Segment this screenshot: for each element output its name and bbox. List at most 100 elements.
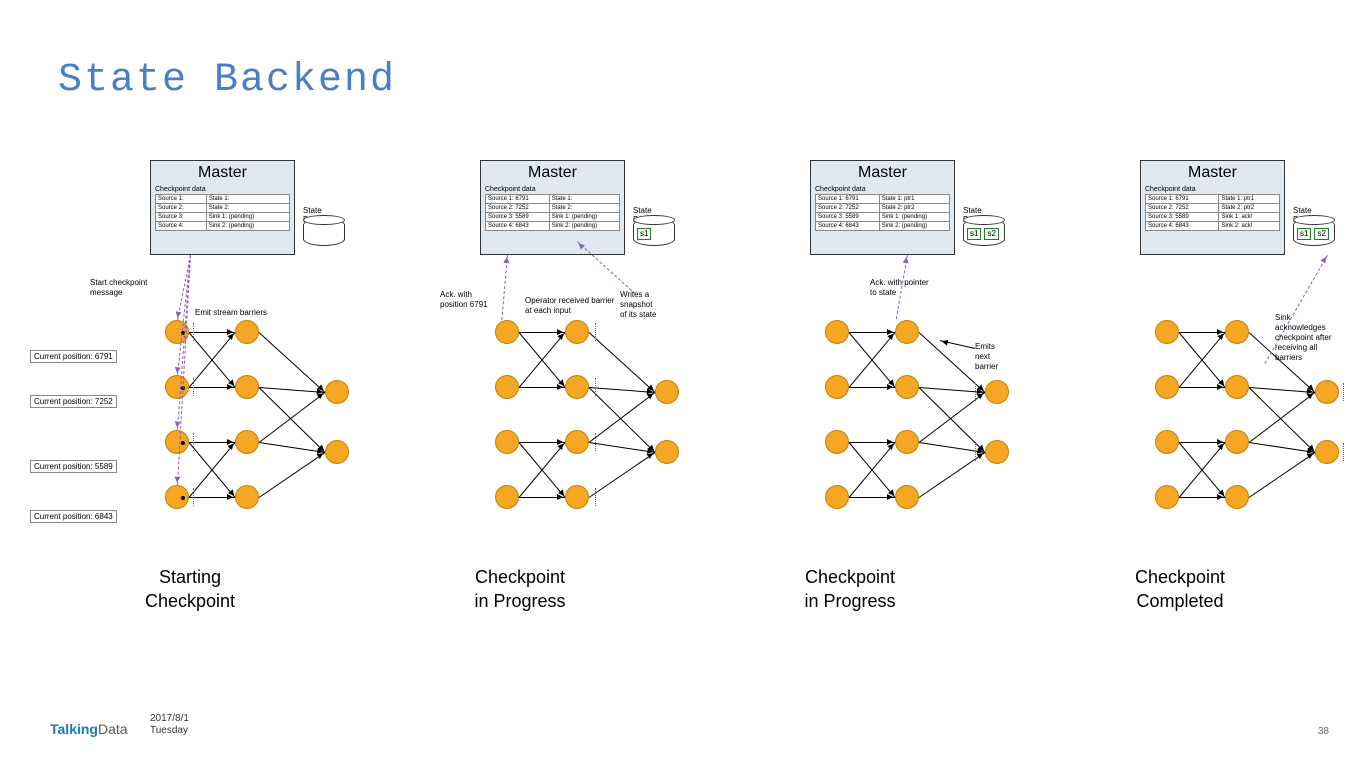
operator-node xyxy=(895,430,919,454)
state-slot: s1 xyxy=(1297,228,1311,240)
state-slot: s2 xyxy=(984,228,998,240)
annotation: Current position: 6791 xyxy=(30,350,117,363)
panel-progress2: MasterCheckpoint dataSource 1: 6791State… xyxy=(695,160,1005,640)
checkpoint-table: Source 1:State 1:Source 2:State 2:Source… xyxy=(155,194,290,231)
table-cell: Source 2: 7252 xyxy=(1146,204,1219,213)
footer-day-value: Tuesday xyxy=(150,725,189,737)
annotation: Ack. withposition 6791 xyxy=(440,290,488,310)
source-node xyxy=(1155,430,1179,454)
logo-part1: Talking xyxy=(50,721,98,737)
table-cell: Source 4: 6843 xyxy=(486,222,550,231)
table-cell: State 2: ptr2 xyxy=(879,204,949,213)
page-number: 38 xyxy=(1318,726,1329,737)
table-cell: Sink 2: (pending) xyxy=(206,222,289,231)
panel-caption: CheckpointCompleted xyxy=(1025,565,1335,613)
annotation: Ack. with pointerto state xyxy=(870,278,929,298)
table-cell: State 2: xyxy=(206,204,289,213)
annotation: Current position: 5589 xyxy=(30,460,117,473)
table-cell: Sink 2: (pending) xyxy=(549,222,619,231)
panel-completed: MasterCheckpoint dataSource 1: 6791State… xyxy=(1025,160,1335,640)
state-slot: s2 xyxy=(1314,228,1328,240)
footer-date: 2017/8/1 Tuesday xyxy=(150,713,189,737)
source-node xyxy=(825,320,849,344)
source-node xyxy=(495,375,519,399)
annotation: Sink acknowledgescheckpoint afterreceivi… xyxy=(1275,313,1335,363)
footer-date-value: 2017/8/1 xyxy=(150,713,189,725)
dag-graph xyxy=(135,320,365,530)
annotation: Emit stream barriers xyxy=(195,308,267,318)
annotation: Emits next barrier xyxy=(975,342,1005,372)
state-slot: s1 xyxy=(637,228,651,240)
operator-node xyxy=(565,375,589,399)
table-cell: Source 1: 6791 xyxy=(1146,195,1219,204)
operator-node xyxy=(895,375,919,399)
master-box: MasterCheckpoint dataSource 1: 6791State… xyxy=(810,160,955,255)
operator-node xyxy=(235,375,259,399)
state-slot: s1 xyxy=(967,228,981,240)
table-cell: Sink 1: (pending) xyxy=(206,213,289,222)
checkpoint-data-label: Checkpoint data xyxy=(1141,185,1284,194)
table-cell: Source 3: 5589 xyxy=(816,213,880,222)
table-cell: Source 3: 5589 xyxy=(486,213,550,222)
sink-node xyxy=(655,380,679,404)
table-cell: Source 4: 6843 xyxy=(816,222,880,231)
operator-node xyxy=(1225,320,1249,344)
source-node xyxy=(165,430,189,454)
table-cell: Source 2: 7252 xyxy=(486,204,550,213)
source-node xyxy=(165,375,189,399)
table-cell: State 2: xyxy=(549,204,619,213)
sink-node xyxy=(1315,380,1339,404)
table-cell: Source 3: 5589 xyxy=(1146,213,1219,222)
table-cell: Sink 2: (pending) xyxy=(879,222,949,231)
table-cell: Source 3: xyxy=(156,213,207,222)
sink-node xyxy=(1315,440,1339,464)
checkpoint-data-label: Checkpoint data xyxy=(811,185,954,194)
table-cell: Source 2: xyxy=(156,204,207,213)
page-title: State Backend xyxy=(58,58,396,103)
sink-node xyxy=(325,440,349,464)
sink-node xyxy=(985,380,1009,404)
table-cell: Source 1: 6791 xyxy=(816,195,880,204)
checkpoint-data-label: Checkpoint data xyxy=(481,185,624,194)
annotation: Writes a snapshotof its state xyxy=(620,290,675,320)
checkpoint-table: Source 1: 6791State 1: ptr1Source 2: 725… xyxy=(1145,194,1280,231)
table-cell: State 2: ptr2 xyxy=(1219,204,1280,213)
master-box: MasterCheckpoint dataSource 1: 6791State… xyxy=(480,160,625,255)
sink-node xyxy=(325,380,349,404)
source-node xyxy=(495,485,519,509)
checkpoint-table: Source 1: 6791State 1: ptr1Source 2: 725… xyxy=(815,194,950,231)
master-box: MasterCheckpoint dataSource 1: 6791State… xyxy=(1140,160,1285,255)
master-title: Master xyxy=(481,161,624,185)
table-cell: State 1: ptr1 xyxy=(879,195,949,204)
operator-node xyxy=(1225,485,1249,509)
annotation: Current position: 7252 xyxy=(30,395,117,408)
diagram-panels: MasterCheckpoint dataSource 1:State 1:So… xyxy=(35,160,1335,640)
source-node xyxy=(495,320,519,344)
master-box: MasterCheckpoint dataSource 1:State 1:So… xyxy=(150,160,295,255)
operator-node xyxy=(235,320,259,344)
master-title: Master xyxy=(151,161,294,185)
table-cell: Sink 2: ack! xyxy=(1219,222,1280,231)
state-backend-cylinder-icon: s1s2 xyxy=(963,218,1005,246)
panel-progress1: MasterCheckpoint dataSource 1: 6791State… xyxy=(365,160,675,640)
operator-node xyxy=(895,320,919,344)
source-node xyxy=(825,375,849,399)
checkpoint-table: Source 1: 6791State 1:Source 2: 7252Stat… xyxy=(485,194,620,231)
panel-starting: MasterCheckpoint dataSource 1:State 1:So… xyxy=(35,160,345,640)
operator-node xyxy=(235,485,259,509)
source-node xyxy=(1155,375,1179,399)
operator-node xyxy=(235,430,259,454)
panel-caption: Checkpointin Progress xyxy=(695,565,1005,613)
state-backend-cylinder-icon: s1s2 xyxy=(1293,218,1335,246)
operator-node xyxy=(895,485,919,509)
annotation: Current position: 6843 xyxy=(30,510,117,523)
table-cell: Sink 1: (pending) xyxy=(549,213,619,222)
annotation: Start checkpointmessage xyxy=(90,278,147,298)
table-cell: State 1: xyxy=(206,195,289,204)
table-cell: Source 2: 7252 xyxy=(816,204,880,213)
table-cell: Source 1: 6791 xyxy=(486,195,550,204)
table-cell: Source 4: 6843 xyxy=(1146,222,1219,231)
operator-node xyxy=(565,320,589,344)
footer-logo: TalkingData xyxy=(50,721,128,737)
source-node xyxy=(1155,485,1179,509)
